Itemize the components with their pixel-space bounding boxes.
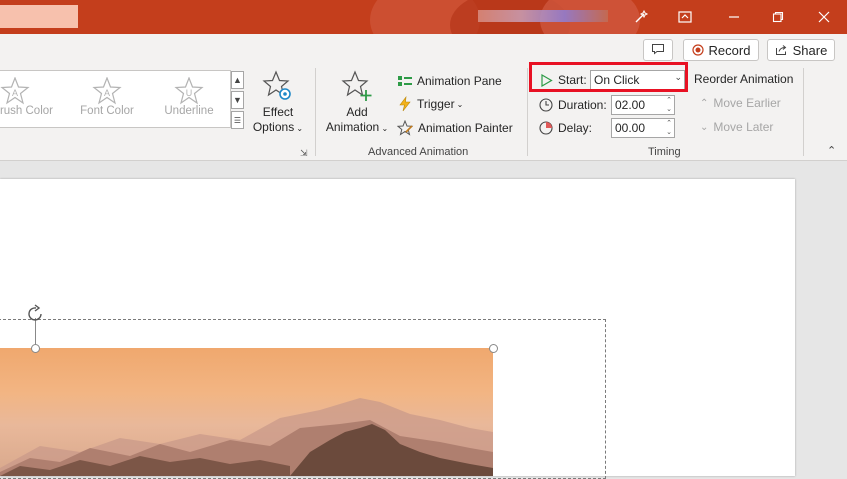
chevron-up-icon: ⌃	[666, 120, 672, 127]
designer-wand-icon[interactable]	[623, 4, 659, 30]
minimize-icon[interactable]	[716, 4, 752, 30]
animation-pane-button[interactable]: Animation Pane	[397, 72, 502, 90]
svg-text:U: U	[186, 88, 193, 98]
dialog-launcher-icon[interactable]: ⇲	[300, 148, 308, 159]
group-separator	[803, 68, 804, 156]
chevron-down-icon: ▼	[233, 95, 242, 105]
svg-text:A: A	[104, 88, 110, 98]
duration-label: Duration:	[558, 98, 607, 112]
gallery-scroll-down[interactable]: ▼	[231, 91, 244, 109]
animation-painter-icon	[397, 120, 414, 136]
gallery-item-label: Underline	[164, 105, 214, 117]
group-label-timing: Timing	[648, 146, 681, 158]
resize-handle-top-right[interactable]	[489, 344, 498, 353]
effect-options-icon	[262, 70, 291, 100]
account-name-blurred	[478, 10, 608, 22]
star-letter-a-icon: A	[92, 77, 122, 105]
share-button[interactable]: Share	[767, 39, 835, 61]
add-animation-label-1: Add	[346, 105, 368, 119]
chevron-up-icon: ⌃	[666, 97, 672, 104]
trigger-button[interactable]: Trigger ⌄	[397, 95, 463, 113]
gallery-item-brush-color[interactable]: A rush Color	[0, 75, 54, 127]
chevron-down-icon: ⌄	[666, 129, 672, 136]
comment-icon	[651, 43, 665, 58]
animation-painter-label: Animation Painter	[418, 121, 513, 135]
chevron-down-icon: ⌄	[294, 124, 304, 133]
resize-handle-top[interactable]	[31, 344, 40, 353]
delay-value: 00.00	[615, 121, 646, 135]
move-earlier-button[interactable]: ⌃ Move Earlier	[700, 96, 781, 110]
group-separator	[315, 68, 316, 156]
share-icon	[775, 44, 788, 56]
gallery-item-label: Font Color	[80, 105, 134, 117]
duration-input[interactable]: 02.00 ⌃ ⌄	[611, 95, 675, 115]
delay-label-group: Delay:	[539, 118, 592, 138]
restore-icon[interactable]	[760, 4, 796, 30]
record-label: Record	[708, 42, 751, 58]
star-letter-u-icon: U	[174, 77, 204, 105]
animation-effects-gallery[interactable]: A rush Color A Font Color U Underline	[0, 70, 231, 128]
reorder-animation-title: Reorder Animation	[694, 72, 794, 86]
group-label-advanced-animation: Advanced Animation	[368, 146, 469, 158]
add-animation-label-2: Animation	[325, 120, 380, 134]
duration-value: 02.00	[615, 98, 646, 112]
star-letter-a-icon: A	[0, 77, 30, 105]
record-icon	[691, 44, 704, 56]
move-later-button[interactable]: ⌄ Move Later	[700, 120, 773, 134]
duration-label-group: Duration:	[539, 95, 607, 115]
animation-painter-button[interactable]: Animation Painter	[397, 119, 513, 137]
effect-options-button[interactable]: Effect Options ⌄	[247, 70, 309, 142]
close-icon[interactable]	[806, 4, 842, 30]
add-animation-button[interactable]: Add Animation ⌄	[322, 70, 392, 142]
gallery-item-font-color[interactable]: A Font Color	[68, 75, 146, 127]
group-separator	[527, 68, 528, 156]
animation-pane-label: Animation Pane	[417, 74, 502, 88]
command-row: Record Share	[0, 34, 847, 64]
comments-button[interactable]	[643, 39, 673, 61]
chevron-up-icon: ⌃	[700, 97, 709, 109]
effect-options-label-1: Effect	[262, 105, 294, 119]
gallery-more-button[interactable]: ☰	[231, 111, 244, 129]
chevron-down-icon: ⌄	[666, 106, 672, 113]
more-icon: ☰	[233, 115, 242, 125]
delay-input[interactable]: 00.00 ⌃ ⌄	[611, 118, 675, 138]
rotate-handle-icon[interactable]	[25, 304, 47, 327]
svg-text:A: A	[12, 88, 18, 98]
chevron-down-icon: ⌄	[456, 99, 464, 109]
highlight-box	[529, 62, 688, 92]
clock-icon	[539, 98, 553, 112]
ribbon-display-icon[interactable]	[667, 4, 703, 30]
delay-label: Delay:	[558, 121, 593, 135]
delay-spinner[interactable]: ⌃ ⌄	[664, 119, 674, 137]
lightning-icon	[399, 96, 411, 112]
gallery-item-underline[interactable]: U Underline	[150, 75, 228, 127]
gallery-item-label: rush Color	[0, 105, 53, 117]
selection-box	[0, 319, 606, 479]
collapse-ribbon-icon[interactable]: ⌃	[827, 144, 836, 157]
gallery-scroll-up[interactable]: ▲	[231, 71, 244, 89]
delay-clock-icon	[539, 121, 553, 135]
chevron-up-icon: ▲	[233, 75, 242, 85]
share-label: Share	[792, 42, 828, 58]
effect-options-label-2: Options	[252, 120, 295, 134]
title-placeholder	[0, 5, 78, 28]
trigger-label: Trigger	[417, 97, 455, 111]
add-star-icon	[341, 70, 372, 101]
duration-spinner[interactable]: ⌃ ⌄	[664, 96, 674, 114]
chevron-down-icon: ⌄	[700, 121, 709, 133]
move-later-label: Move Later	[713, 120, 774, 134]
chevron-down-icon: ⌄	[379, 124, 389, 133]
animation-pane-icon	[398, 76, 412, 86]
title-bar	[0, 0, 847, 34]
record-button[interactable]: Record	[683, 39, 759, 61]
move-earlier-label: Move Earlier	[713, 96, 781, 110]
ribbon-animations: A rush Color A Font Color U Underline ▲ …	[0, 62, 847, 161]
